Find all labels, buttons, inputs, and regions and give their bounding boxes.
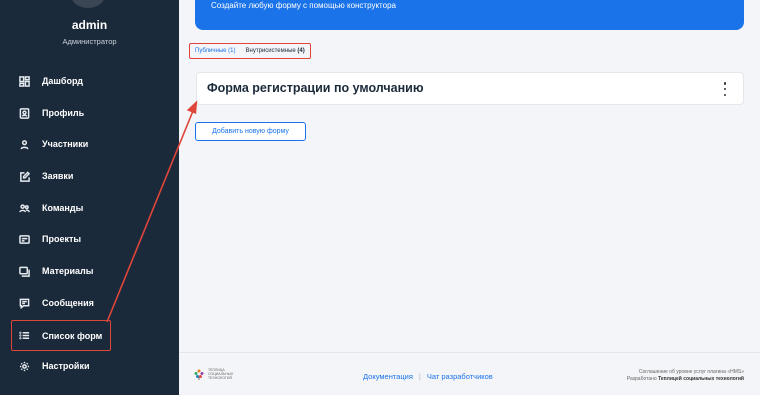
materials-icon: [18, 265, 30, 277]
sidebar: admin Администратор Дашборд Профиль Учас…: [0, 0, 179, 395]
developer-credit: Разработано Теплицей социальных технолог…: [627, 376, 744, 383]
footer-credits: Соглашение об уровне услуг плагина «НМS»…: [627, 369, 744, 383]
tab-count: (1): [228, 48, 236, 54]
form-tabs: Публичные (1) Внутрисистемные (4): [189, 43, 311, 59]
tab-label: Публичные: [195, 48, 227, 54]
dev-chat-link[interactable]: Чат разработчиков: [427, 372, 493, 381]
form-title: Форма регистрации по умолчанию: [207, 81, 424, 95]
user-name: admin: [71, 18, 108, 32]
banner-text: Создайте любую форму с помощью конструкт…: [211, 1, 396, 10]
logo-mark-icon: [194, 369, 204, 380]
edit-icon: [18, 170, 30, 182]
sidebar-item-label: Проекты: [42, 234, 82, 244]
sidebar-item-label: Дашборд: [42, 76, 83, 86]
logo-text: ТЕХНОЛОГИЙ: [208, 376, 232, 380]
list-icon: [18, 330, 30, 342]
sidebar-item-messages[interactable]: Сообщения: [12, 290, 172, 316]
gear-icon: [18, 360, 30, 372]
add-form-button[interactable]: Добавить новую форму: [195, 122, 306, 141]
footer-separator: |: [418, 372, 421, 381]
te-st-logo[interactable]: ТЕПЛИЦА СОЦИАЛЬНЫХ ТЕХНОЛОГИЙ: [193, 363, 239, 385]
sidebar-item-label: Участники: [42, 139, 89, 149]
sla-link[interactable]: Соглашение об уровне услуг плагина «НМS»: [627, 369, 744, 376]
info-banner: Создайте любую форму с помощью конструкт…: [195, 0, 744, 30]
message-icon: [18, 297, 30, 309]
credit-prefix: Разработано: [626, 376, 657, 382]
sidebar-item-profile[interactable]: Профиль: [12, 100, 172, 126]
sidebar-item-settings[interactable]: Настройки: [12, 353, 172, 379]
form-card[interactable]: Форма регистрации по умолчанию: [196, 72, 744, 105]
main-content: Создайте любую форму с помощью конструкт…: [179, 0, 760, 395]
sidebar-item-participants[interactable]: Участники: [12, 131, 172, 157]
project-icon: [18, 233, 30, 245]
footer: ТЕПЛИЦА СОЦИАЛЬНЫХ ТЕХНОЛОГИЙ Документац…: [179, 352, 760, 395]
sidebar-item-label: Профиль: [42, 108, 85, 118]
documentation-link[interactable]: Документация: [363, 372, 413, 381]
team-icon: [18, 202, 30, 214]
tab-label: Внутрисистемные: [245, 48, 296, 54]
footer-links: Документация | Чат разработчиков: [363, 372, 493, 381]
sidebar-item-dashboard[interactable]: Дашборд: [12, 68, 172, 94]
developer-link[interactable]: Теплицей социальных технологий: [658, 376, 744, 382]
sidebar-item-teams[interactable]: Команды: [12, 195, 172, 221]
sidebar-item-label: Настройки: [42, 361, 90, 371]
sidebar-item-label: Заявки: [42, 171, 74, 181]
sidebar-item-label: Список форм: [42, 330, 103, 341]
sidebar-item-label: Сообщения: [42, 298, 94, 308]
profile-icon: [18, 107, 30, 119]
user-icon: [18, 138, 30, 150]
avatar[interactable]: [71, 0, 105, 8]
dashboard-icon: [18, 75, 30, 87]
tab-internal[interactable]: Внутрисистемные (4): [246, 48, 305, 54]
sidebar-item-projects[interactable]: Проекты: [12, 226, 172, 252]
tab-public[interactable]: Публичные (1): [195, 48, 236, 54]
sidebar-item-label: Материалы: [42, 266, 94, 276]
sidebar-item-applications[interactable]: Заявки: [12, 163, 172, 189]
sidebar-item-materials[interactable]: Материалы: [12, 258, 172, 284]
sidebar-item-form-list[interactable]: Список форм: [11, 320, 111, 351]
tab-count: (4): [297, 48, 305, 54]
sidebar-item-label: Команды: [42, 203, 84, 213]
user-role: Администратор: [62, 37, 117, 46]
more-options-icon[interactable]: [723, 82, 727, 96]
